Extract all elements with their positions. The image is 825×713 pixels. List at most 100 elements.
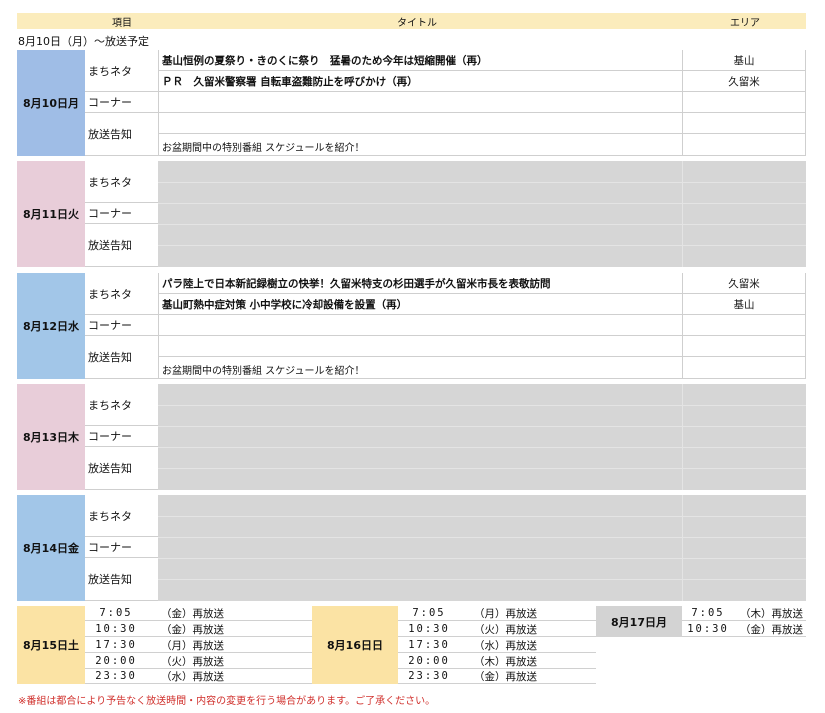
category-notice: 放送告知 (85, 113, 158, 156)
grid-line (158, 579, 806, 580)
grid-line (158, 537, 806, 538)
table-header: 項目 タイトル エリア (17, 13, 806, 29)
area-cell (682, 113, 806, 134)
day-block-0810: 8月10日月 まちネタ コーナー 放送告知 基山恒例の夏祭り・きのくに祭り 猛暑… (17, 50, 806, 156)
day-label: 8月11日火 (17, 161, 85, 267)
grid-line (158, 468, 806, 469)
rerun-slot: 17:30 （月）再放送 (85, 638, 312, 653)
category-machi: まちネタ (85, 161, 158, 203)
rerun-slot: 7:05 （月）再放送 (398, 606, 596, 621)
category-notice: 放送告知 (85, 224, 158, 267)
rerun-time: 7:05 (691, 607, 725, 619)
rerun-time: 20:00 (408, 655, 450, 667)
rerun-time: 23:30 (408, 670, 450, 682)
area-cell (682, 92, 806, 113)
day-block-0811: 8月11日火 まちネタ コーナー 放送告知 (17, 161, 806, 267)
rerun-slot: 23:30 （水）再放送 (85, 669, 312, 684)
rerun-time: 17:30 (95, 639, 137, 651)
category-machi: まちネタ (85, 273, 158, 315)
notice-cell: お盆期間中の特別番組 スケジュールを紹介！ (158, 134, 682, 156)
day-label: 8月14日金 (17, 495, 85, 601)
rerun-slot: 17:30 （水）再放送 (398, 638, 596, 653)
rerun-time: 17:30 (408, 639, 450, 651)
rerun-slot: 10:30 （火）再放送 (398, 622, 596, 637)
rerun-day-label: 8月15日土 (17, 606, 85, 684)
grid-line (158, 224, 806, 225)
grid-line (158, 405, 806, 406)
day-block-0814: 8月14日金 まちネタ コーナー 放送告知 (17, 495, 806, 601)
grid-line (158, 558, 806, 559)
grid-line (158, 203, 806, 204)
rerun-time: 10:30 (687, 623, 729, 635)
title-cell: 基山町熱中症対策 小中学校に冷却設備を設置（再） (158, 294, 682, 315)
category-corner: コーナー (85, 203, 158, 224)
day-label: 8月13日木 (17, 384, 85, 490)
title-cell: 基山恒例の夏祭り・きのくに祭り 猛暑のため今年は短縮開催（再） (158, 50, 682, 71)
rerun-slot: 7:05 （金）再放送 (85, 606, 312, 621)
title-cell: ＰＲ 久留米警察署 自転車盗難防止を呼びかけ（再） (158, 71, 682, 92)
grid-line (682, 161, 683, 267)
category-corner: コーナー (85, 537, 158, 558)
rerun-slot: 20:00 （火）再放送 (85, 654, 312, 669)
category-machi: まちネタ (85, 50, 158, 92)
category-notice: 放送告知 (85, 336, 158, 379)
area-cell (682, 134, 806, 156)
category-notice: 放送告知 (85, 558, 158, 601)
grid-line (158, 447, 806, 448)
day-label: 8月10日月 (17, 50, 85, 156)
title-cell (158, 92, 682, 113)
day-block-0813: 8月13日木 まちネタ コーナー 放送告知 (17, 384, 806, 490)
notice-cell: お盆期間中の特別番組 スケジュールを紹介！ (158, 357, 682, 379)
rerun-time: 23:30 (95, 670, 137, 682)
schedule-subtitle: 8月10日（月）～放送予定 (18, 35, 149, 48)
title-cell (158, 336, 682, 357)
rerun-time: 10:30 (95, 623, 137, 635)
empty-block (158, 495, 806, 601)
rerun-slot: 7:05 （木）再放送 (682, 606, 806, 621)
day-label: 8月12日水 (17, 273, 85, 379)
rerun-slot: 10:30 （金）再放送 (85, 622, 312, 637)
title-cell (158, 315, 682, 336)
header-area: エリア (730, 18, 760, 29)
rerun-slot: 23:30 （金）再放送 (398, 669, 596, 684)
rerun-note: （金）再放送 (161, 607, 224, 620)
area-cell: 久留米 (682, 273, 806, 294)
rerun-day-label: 8月16日日 (312, 606, 398, 684)
footnote: ※番組は都合により予告なく放送時間・内容の変更を行う場合があります。ご了承くださ… (18, 696, 436, 707)
grid-line (682, 495, 683, 601)
grid-line (158, 426, 806, 427)
title-cell: パラ陸上で日本新記録樹立の快挙！久留米特支の杉田選手が久留米市長を表敬訪問 (158, 273, 682, 294)
area-cell (682, 315, 806, 336)
rerun-note: （火）再放送 (474, 623, 537, 636)
rerun-time: 20:00 (95, 655, 137, 667)
header-title: タイトル (397, 18, 437, 29)
rerun-slot: 10:30 （金）再放送 (682, 622, 806, 637)
day-block-0812: 8月12日水 まちネタ コーナー 放送告知 パラ陸上で日本新記録樹立の快挙！久留… (17, 273, 806, 379)
grid-line (158, 182, 806, 183)
area-cell (682, 336, 806, 357)
area-cell: 基山 (682, 50, 806, 71)
rerun-time: 7:05 (99, 607, 133, 619)
empty-block (158, 161, 806, 267)
category-corner: コーナー (85, 426, 158, 447)
rerun-slot: 20:00 （木）再放送 (398, 654, 596, 669)
title-cell (158, 113, 682, 134)
area-cell (682, 357, 806, 379)
rerun-note: （金）再放送 (161, 623, 224, 636)
rerun-note: （水）再放送 (474, 639, 537, 652)
category-machi: まちネタ (85, 495, 158, 537)
grid-line (158, 516, 806, 517)
grid-line (682, 384, 683, 490)
category-corner: コーナー (85, 92, 158, 113)
rerun-note: （月）再放送 (474, 607, 537, 620)
rerun-note: （月）再放送 (161, 639, 224, 652)
area-cell: 基山 (682, 294, 806, 315)
category-machi: まちネタ (85, 384, 158, 426)
rerun-day-label: 8月17日月 (596, 606, 682, 637)
header-item: 項目 (112, 18, 132, 29)
rerun-time: 10:30 (408, 623, 450, 635)
rerun-note: （木）再放送 (474, 655, 537, 668)
category-corner: コーナー (85, 315, 158, 336)
area-cell: 久留米 (682, 71, 806, 92)
rerun-time: 7:05 (412, 607, 446, 619)
